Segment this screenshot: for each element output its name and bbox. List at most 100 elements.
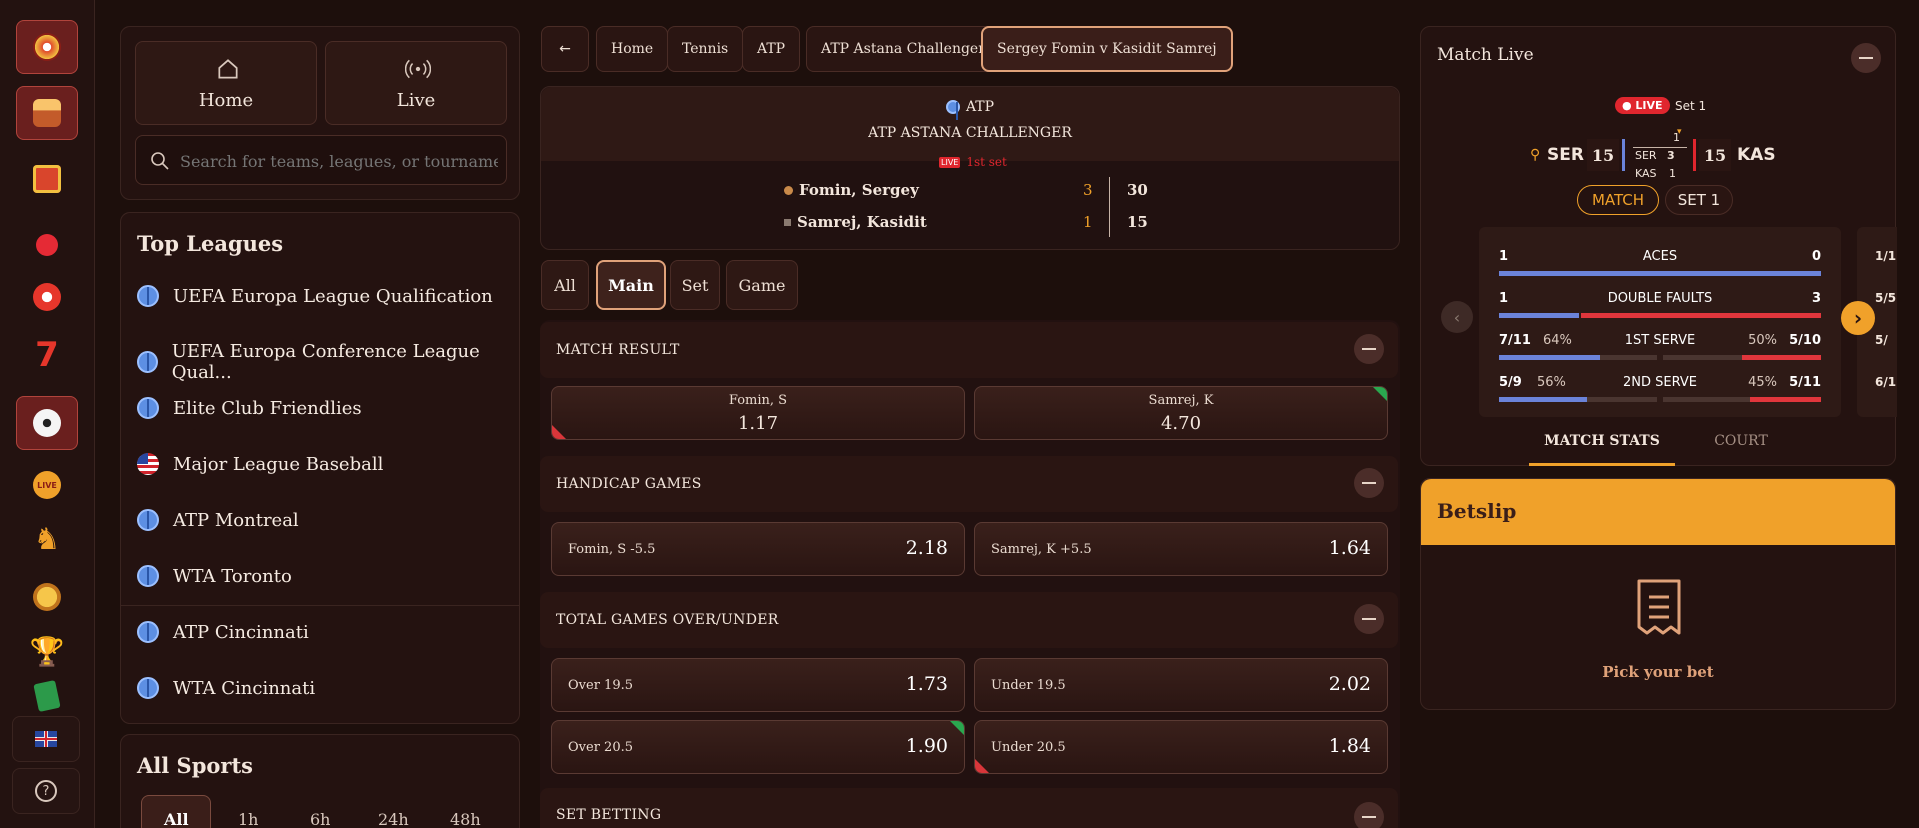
- betslip-panel: Betslip Pick your bet: [1420, 478, 1896, 710]
- collapse-icon[interactable]: [1354, 468, 1384, 498]
- tab-court[interactable]: COURT: [1691, 433, 1791, 449]
- player-sets: 1: [1083, 213, 1093, 231]
- breadcrumb-match[interactable]: Sergey Fomin v Kasidit Samrej: [981, 26, 1233, 72]
- tab-match-stats[interactable]: MATCH STATS: [1529, 433, 1675, 449]
- cards-icon[interactable]: [16, 678, 78, 714]
- tab-all[interactable]: All: [541, 260, 589, 310]
- tab-set[interactable]: Set: [670, 260, 720, 310]
- odds-button[interactable]: Samrej, K +5.5 1.64: [974, 522, 1388, 576]
- filter-1h[interactable]: 1h: [238, 810, 258, 828]
- odds-button[interactable]: Over 19.5 1.73: [551, 658, 965, 712]
- market-header[interactable]: HANDICAP GAMES: [540, 456, 1398, 512]
- next-arrow-icon[interactable]: ›: [1841, 301, 1875, 335]
- odds-button[interactable]: Fomin, S -5.5 2.18: [551, 522, 965, 576]
- soccer-ball-icon[interactable]: [16, 396, 78, 450]
- collapse-icon[interactable]: [1354, 802, 1384, 828]
- help-button[interactable]: ?: [12, 768, 80, 814]
- tab-game[interactable]: Game: [726, 260, 798, 310]
- odds-label: Samrej, K: [1148, 393, 1214, 408]
- live-button[interactable]: Live: [325, 41, 507, 125]
- odds-label: Fomin, S: [728, 393, 788, 408]
- collapse-icon[interactable]: [1354, 604, 1384, 634]
- cake-icon[interactable]: [16, 86, 78, 140]
- home-points: 15: [1587, 139, 1619, 171]
- chess-knight-icon[interactable]: ♞: [16, 512, 78, 566]
- league-item[interactable]: WTA Toronto: [137, 565, 292, 587]
- player-name: Fomin, Sergey: [799, 181, 919, 199]
- market-header[interactable]: SET BETTING: [540, 788, 1398, 828]
- gift-icon[interactable]: [16, 152, 78, 206]
- nav-panel: Home Live: [120, 26, 520, 200]
- filter-all[interactable]: All: [164, 810, 189, 828]
- odds-label: Over 20.5: [568, 740, 633, 755]
- tab-main[interactable]: Main: [596, 260, 666, 310]
- back-button[interactable]: ←: [541, 26, 589, 72]
- home-abbr-small: SER: [1635, 149, 1657, 162]
- globe-icon: [137, 621, 159, 643]
- league-label: WTA Cincinnati: [173, 677, 316, 699]
- collapse-icon[interactable]: [1851, 43, 1881, 73]
- seven-icon[interactable]: 7: [16, 328, 78, 382]
- market-header[interactable]: MATCH RESULT: [540, 322, 1398, 378]
- odds-button[interactable]: Over 20.5 1.90: [551, 720, 965, 774]
- peek-value: 1/1: [1875, 249, 1897, 263]
- filter-24h[interactable]: 24h: [378, 810, 409, 828]
- market-title: HANDICAP GAMES: [556, 476, 702, 492]
- league-item[interactable]: ATP Montreal: [137, 509, 299, 531]
- medal-icon[interactable]: [16, 570, 78, 624]
- live-icon[interactable]: LIVE: [16, 458, 78, 512]
- us-flag-icon: [137, 453, 159, 475]
- roulette-icon[interactable]: [16, 20, 78, 74]
- league-item[interactable]: ATP Cincinnati: [137, 621, 309, 643]
- odds-value: 1.73: [905, 673, 948, 695]
- league-item[interactable]: Elite Club Friendlies: [137, 397, 362, 419]
- player-row: Fomin, Sergey: [784, 181, 919, 199]
- cherry-icon[interactable]: [16, 218, 78, 272]
- toggle-match[interactable]: MATCH: [1577, 185, 1659, 215]
- trophy-icon[interactable]: 🏆: [16, 624, 78, 678]
- away-abbr: KAS: [1737, 145, 1776, 165]
- breadcrumb-home[interactable]: Home: [596, 26, 669, 72]
- odds-button[interactable]: Samrej, K 4.70: [974, 386, 1388, 440]
- home-games: 3: [1667, 149, 1675, 162]
- market-title: TOTAL GAMES OVER/UNDER: [556, 612, 779, 628]
- search-icon: [151, 152, 169, 170]
- play-chip-icon[interactable]: [16, 270, 78, 324]
- match-live-panel: Match Live ● LIVE Set 1 ⚲ SER 15 ▾ 1 SER…: [1420, 26, 1897, 466]
- market-header[interactable]: TOTAL GAMES OVER/UNDER: [540, 592, 1398, 648]
- player-points: 15: [1127, 213, 1148, 231]
- stat-bar-home: [1499, 313, 1579, 318]
- odds-button[interactable]: Under 19.5 2.02: [974, 658, 1388, 712]
- odds-label: Under 20.5: [991, 740, 1066, 755]
- language-flag-button[interactable]: [12, 716, 80, 762]
- league-item[interactable]: Major League Baseball: [137, 453, 383, 475]
- league-item[interactable]: WTA Cincinnati: [137, 677, 315, 699]
- odds-value: 1.84: [1328, 735, 1371, 757]
- globe-icon: [137, 565, 159, 587]
- uk-flag-icon: [35, 731, 57, 747]
- filter-48h[interactable]: 48h: [450, 810, 481, 828]
- odds-up-indicator: [1373, 387, 1387, 401]
- toggle-set1[interactable]: SET 1: [1665, 185, 1733, 215]
- odds-button[interactable]: Under 20.5 1.84: [974, 720, 1388, 774]
- odds-button[interactable]: Fomin, S 1.17: [551, 386, 965, 440]
- search-field[interactable]: [135, 135, 507, 185]
- top-leagues-panel: Top Leagues UEFA Europa League Qualifica…: [120, 212, 520, 724]
- league-item[interactable]: UEFA Europa League Qualification: [137, 285, 493, 307]
- help-icon: ?: [35, 780, 57, 802]
- breadcrumb-tennis[interactable]: Tennis: [667, 26, 744, 72]
- breadcrumb-atp[interactable]: ATP: [742, 26, 801, 72]
- serve-games: 1: [1673, 131, 1680, 144]
- collapse-icon[interactable]: [1354, 334, 1384, 364]
- stat-right: 3: [1811, 291, 1821, 306]
- market-title: MATCH RESULT: [556, 342, 680, 358]
- globe-icon: [137, 509, 159, 531]
- stat-right: 5/11: [1789, 375, 1821, 390]
- prev-arrow-icon[interactable]: ‹: [1441, 301, 1473, 333]
- home-button[interactable]: Home: [135, 41, 317, 125]
- filter-6h[interactable]: 6h: [310, 810, 330, 828]
- league-item[interactable]: UEFA Europa Conference League Qual...: [137, 341, 519, 383]
- breadcrumb-tournament[interactable]: ATP Astana Challenger: [806, 26, 1000, 72]
- search-input[interactable]: [180, 146, 498, 176]
- league-label: WTA Toronto: [173, 565, 292, 587]
